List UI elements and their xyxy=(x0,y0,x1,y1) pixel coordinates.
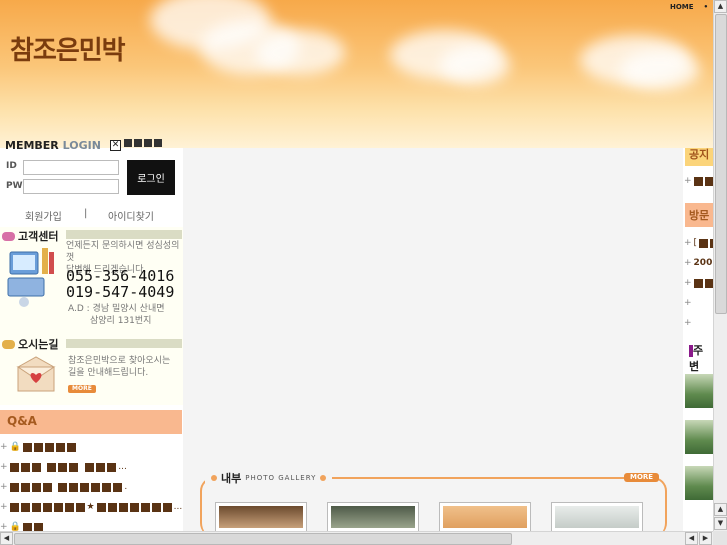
pw-input[interactable] xyxy=(23,179,119,194)
gallery-thumbnail[interactable] xyxy=(215,502,307,532)
gallery-thumbnail[interactable] xyxy=(551,502,643,532)
home-link[interactable]: HOME xyxy=(670,3,694,11)
close-icon[interactable]: ✕ xyxy=(110,140,121,151)
vertical-scroll-thumb[interactable] xyxy=(715,14,727,314)
nav-dot: • xyxy=(703,3,709,11)
scroll-right-icon[interactable]: ▶ xyxy=(699,532,712,545)
directions-description: 참조은민박으로 찾아오시는 길을 안내해드립니다. xyxy=(68,356,171,378)
gallery-thumbnail[interactable] xyxy=(439,502,531,532)
broken-glyphs xyxy=(124,137,164,150)
visit-item[interactable]: +[ xyxy=(684,238,713,248)
header-banner: 참조은민박 HOME • xyxy=(0,0,713,148)
visit-item[interactable]: + xyxy=(684,298,692,308)
gallery-title: 내부 PHOTO GALLERY xyxy=(205,470,333,486)
id-input[interactable] xyxy=(23,160,119,175)
directions-more-button[interactable]: MORE xyxy=(68,385,96,393)
login-title: MEMBER LOGIN xyxy=(5,139,101,152)
customer-center-heading: 고객센터 xyxy=(2,228,58,244)
scroll-left-icon[interactable]: ◀ xyxy=(685,532,698,545)
left-column: MEMBER LOGIN ✕ ID PW 로그인 회원가입 | 아이디찾기 고객… xyxy=(0,139,183,532)
gallery-thumbnail[interactable] xyxy=(327,502,419,532)
nearby-tab[interactable]: 주변 xyxy=(685,338,713,373)
qna-item[interactable]: + ... xyxy=(0,462,127,472)
visit-item[interactable]: + xyxy=(684,318,692,328)
notice-tab[interactable]: 공지 xyxy=(685,148,713,166)
envelope-icon xyxy=(16,356,56,392)
horizontal-scrollbar[interactable]: ◀ ◀ ▶ xyxy=(0,531,713,545)
gallery-more-button[interactable]: MORE xyxy=(624,473,660,482)
visit-item[interactable]: + xyxy=(684,278,713,288)
pw-label: PW xyxy=(6,181,23,191)
horizontal-scroll-thumb[interactable] xyxy=(14,533,512,545)
scroll-up-icon[interactable]: ▲ xyxy=(714,0,727,13)
nearby-thumbnail[interactable] xyxy=(685,374,713,408)
find-id-link[interactable]: 아이디찾기 xyxy=(108,208,154,223)
qna-item[interactable]: + ★ ... xyxy=(0,502,182,512)
scroll-left-icon[interactable]: ◀ xyxy=(0,532,13,545)
right-column: 공지 + 방문 +[ +200 + + + 주변 xyxy=(683,148,713,531)
nearby-thumbnail[interactable] xyxy=(685,466,713,500)
address: A.D : 경남 밀양시 산내면 삼양리 131번지 xyxy=(68,304,165,326)
section-bar xyxy=(66,230,182,239)
directions-heading: 오시는길 xyxy=(2,336,58,352)
nearby-thumbnail[interactable] xyxy=(685,420,713,454)
section-bar xyxy=(66,339,182,348)
scrollbar-corner xyxy=(713,531,727,545)
scroll-up-icon[interactable]: ▲ xyxy=(714,503,727,516)
computer-support-icon xyxy=(7,248,54,307)
main-content: MEMBER LOGIN ✕ ID PW 로그인 회원가입 | 아이디찾기 고객… xyxy=(0,139,713,537)
visit-item[interactable]: +200 xyxy=(684,258,712,268)
notice-item[interactable]: + xyxy=(684,176,713,186)
qna-header[interactable]: Q&A xyxy=(0,410,182,434)
qna-item[interactable]: + 🔒 xyxy=(0,442,78,452)
vertical-scrollbar[interactable]: ▲ ▲ ▼ xyxy=(713,0,727,531)
top-nav: HOME • xyxy=(670,3,708,11)
id-label: ID xyxy=(6,161,17,171)
login-button[interactable]: 로그인 xyxy=(127,160,175,195)
scroll-down-icon[interactable]: ▼ xyxy=(714,517,727,530)
qna-item[interactable]: + . xyxy=(0,482,127,492)
join-link[interactable]: 회원가입 xyxy=(25,208,62,223)
phone-2: 019-547-4049 xyxy=(66,283,175,301)
visit-tab[interactable]: 방문 xyxy=(685,203,713,227)
link-separator: | xyxy=(84,208,88,219)
site-title: 참조은민박 xyxy=(10,36,126,66)
